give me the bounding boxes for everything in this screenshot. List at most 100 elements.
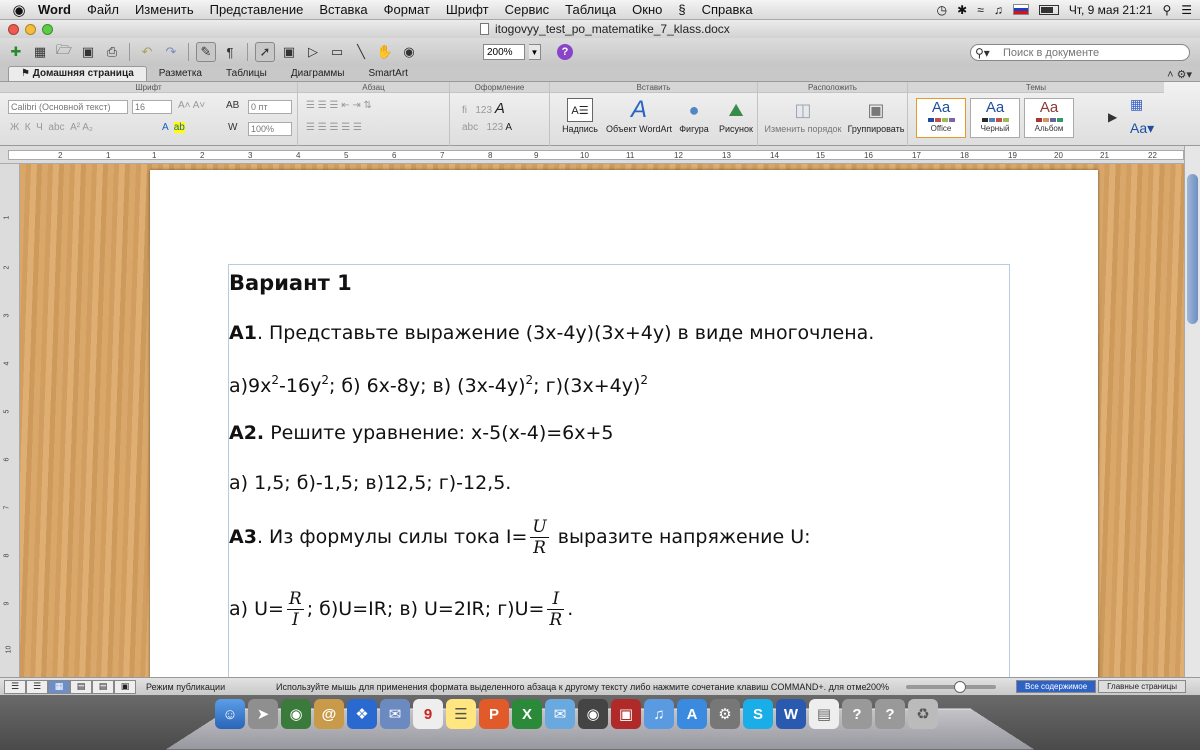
insert-text-box-button[interactable]: A☰ Надпись xyxy=(560,98,600,134)
unknown-app-icon[interactable]: ? xyxy=(875,699,905,729)
tab-smartart[interactable]: SmartArt xyxy=(356,67,419,81)
system-preferences-icon[interactable]: ⚙ xyxy=(710,699,740,729)
reorder-button[interactable]: ◫ Изменить порядок xyxy=(764,98,842,135)
scrollbar-thumb[interactable] xyxy=(1187,174,1198,324)
trash-icon[interactable]: ♻ xyxy=(908,699,938,729)
zoom-dropdown-chevron-icon[interactable]: ▼ xyxy=(529,44,541,60)
text-box-icon[interactable]: ▣ xyxy=(279,42,299,62)
theme-fonts-icon[interactable]: Aa▾ xyxy=(1130,120,1154,137)
word-icon[interactable]: W xyxy=(776,699,806,729)
focus-view-icon[interactable]: ▣ xyxy=(114,679,136,694)
pan-hand-icon[interactable]: ✋ xyxy=(375,42,395,62)
redo-icon[interactable]: ↷ xyxy=(161,42,181,62)
font-scale-combo[interactable]: 100% xyxy=(248,122,292,136)
dashboard-icon[interactable]: ◉ xyxy=(281,699,311,729)
font-name-combo[interactable]: Calibri (Основной текст) xyxy=(8,100,128,114)
app-menu[interactable]: Word xyxy=(30,2,79,17)
themes-next-icon[interactable]: ▶ xyxy=(1108,110,1117,124)
app-store-icon[interactable]: A xyxy=(677,699,707,729)
excel-icon[interactable]: X xyxy=(512,699,542,729)
apple-menu-icon[interactable]: ◉ xyxy=(8,1,30,19)
change-case-icon[interactable]: AB xyxy=(226,100,239,111)
menu-help[interactable]: Справка xyxy=(694,2,761,17)
zoom-slider[interactable] xyxy=(906,680,996,693)
launchpad-icon[interactable]: ➤ xyxy=(248,699,278,729)
menu-view[interactable]: Представление xyxy=(202,2,312,17)
document-page[interactable]: Вариант 1 А1. Представьте выражение (3х-… xyxy=(150,170,1098,677)
notebook-view-icon[interactable]: ▤ xyxy=(92,679,114,694)
theme-office[interactable]: Aa Office xyxy=(916,98,966,138)
select-pointer-icon[interactable]: ➚ xyxy=(255,42,275,62)
tab-all-content[interactable]: Все содержимое xyxy=(1016,680,1097,693)
outline-view-icon[interactable]: ☰ xyxy=(26,679,48,694)
vertical-ruler[interactable]: 1 2 3 4 5 6 7 8 9 10 xyxy=(0,164,20,677)
volume-icon[interactable]: ♫ xyxy=(994,3,1003,17)
text-effects-icon[interactable]: W xyxy=(228,122,237,133)
line-shape-icon[interactable]: ╲ xyxy=(351,42,371,62)
menu-table[interactable]: Таблица xyxy=(557,2,624,17)
time-machine-icon[interactable]: ◷ xyxy=(937,3,947,17)
tab-layout[interactable]: Разметка xyxy=(147,67,214,81)
print-icon[interactable]: ⎙ xyxy=(102,42,122,62)
notes-icon[interactable]: ☰ xyxy=(446,699,476,729)
menu-format[interactable]: Формат xyxy=(376,2,438,17)
theme-colors-icon[interactable]: ▦ xyxy=(1130,96,1143,113)
group-button[interactable]: ▣ Группировать xyxy=(846,98,906,135)
grow-shrink-font-icons[interactable]: A˄ A˅ xyxy=(178,100,205,111)
character-spacing-combo[interactable]: 0 пт xyxy=(248,100,292,114)
skype-icon[interactable]: S xyxy=(743,699,773,729)
text-frame[interactable]: Вариант 1 А1. Представьте выражение (3х-… xyxy=(228,264,1010,677)
media-browser-icon[interactable]: ◉ xyxy=(399,42,419,62)
theme-album[interactable]: Aa Альбом xyxy=(1024,98,1074,138)
itunes-icon[interactable]: ♫ xyxy=(644,699,674,729)
alignment-icons[interactable]: ☰ ☰ ☰ ☰ ☰ xyxy=(306,122,362,133)
zoom-level-field[interactable]: 200% xyxy=(483,44,525,60)
document-icon[interactable]: ▤ xyxy=(809,699,839,729)
input-source-flag-icon[interactable] xyxy=(1012,4,1029,15)
zoom-window-button[interactable] xyxy=(42,23,53,35)
spotlight-icon[interactable]: ⚲ xyxy=(1162,3,1171,17)
font-color-icon[interactable]: A ab xyxy=(162,122,185,133)
show-paragraph-marks-icon[interactable]: ¶ xyxy=(220,42,240,62)
mail-icon[interactable]: ✉ xyxy=(380,699,410,729)
notifications-icon[interactable]: ☰ xyxy=(1181,3,1192,17)
script-menu-icon[interactable]: § xyxy=(670,2,693,17)
tab-master-pages[interactable]: Главные страницы xyxy=(1098,680,1187,693)
clock[interactable]: Чт, 9 мая 21:21 xyxy=(1069,3,1153,17)
vertical-scrollbar[interactable] xyxy=(1184,146,1200,677)
close-window-button[interactable] xyxy=(8,23,19,35)
linked-text-box-icon[interactable]: ▷ xyxy=(303,42,323,62)
insert-shape-button[interactable]: ● Фигура xyxy=(676,98,712,135)
font-size-combo[interactable]: 16 xyxy=(132,100,172,114)
draft-view-icon[interactable]: ☰ xyxy=(4,679,26,694)
bluetooth-icon[interactable]: ✱ xyxy=(957,3,967,17)
wifi-icon[interactable]: ≈ xyxy=(977,3,984,17)
horizontal-ruler[interactable]: 2 1 1 2 3 4 5 6 7 8 9 10 11 12 13 14 15 … xyxy=(0,146,1200,164)
battery-icon[interactable] xyxy=(1038,4,1059,15)
styles-icons[interactable]: fi 123 A xyxy=(462,100,505,117)
list-indent-icons[interactable]: ☰ ☰ ☰ ⇤ ⇥ ⇅ xyxy=(306,100,372,111)
tab-charts[interactable]: Диаграммы xyxy=(279,67,357,81)
rectangle-shape-icon[interactable]: ▭ xyxy=(327,42,347,62)
help-icon[interactable]: ? xyxy=(557,44,573,60)
menu-tools[interactable]: Сервис xyxy=(497,2,558,17)
open-folder-icon[interactable]: 🗁 xyxy=(54,42,74,62)
format-painter-icon[interactable]: ✎ xyxy=(196,42,216,62)
unknown-app-icon[interactable]: ? xyxy=(842,699,872,729)
document-proxy-icon[interactable] xyxy=(480,23,489,35)
powerpoint-icon[interactable]: P xyxy=(479,699,509,729)
tab-home[interactable]: ⚑ Домашняя страница xyxy=(8,66,147,81)
safari-icon[interactable]: ❖ xyxy=(347,699,377,729)
theme-black[interactable]: Aa Черный xyxy=(970,98,1020,138)
finder-icon[interactable]: ☺ xyxy=(215,699,245,729)
text-styles-icons[interactable]: abc 123 A xyxy=(462,122,512,133)
undo-icon[interactable]: ↶ xyxy=(137,42,157,62)
bold-italic-underline-icons[interactable]: Ж К Ч abc A² A₂ xyxy=(10,122,93,133)
menu-file[interactable]: Файл xyxy=(79,2,127,17)
templates-icon[interactable]: ▦ xyxy=(30,42,50,62)
menu-window[interactable]: Окно xyxy=(624,2,670,17)
insert-wordart-button[interactable]: A Объект WordArt xyxy=(606,96,672,134)
ribbon-options[interactable]: ˄ ⚙▾ xyxy=(1167,68,1200,81)
insert-picture-button[interactable]: ⛰ Рисунок xyxy=(716,98,756,135)
print-layout-view-icon[interactable]: ▤ xyxy=(70,679,92,694)
